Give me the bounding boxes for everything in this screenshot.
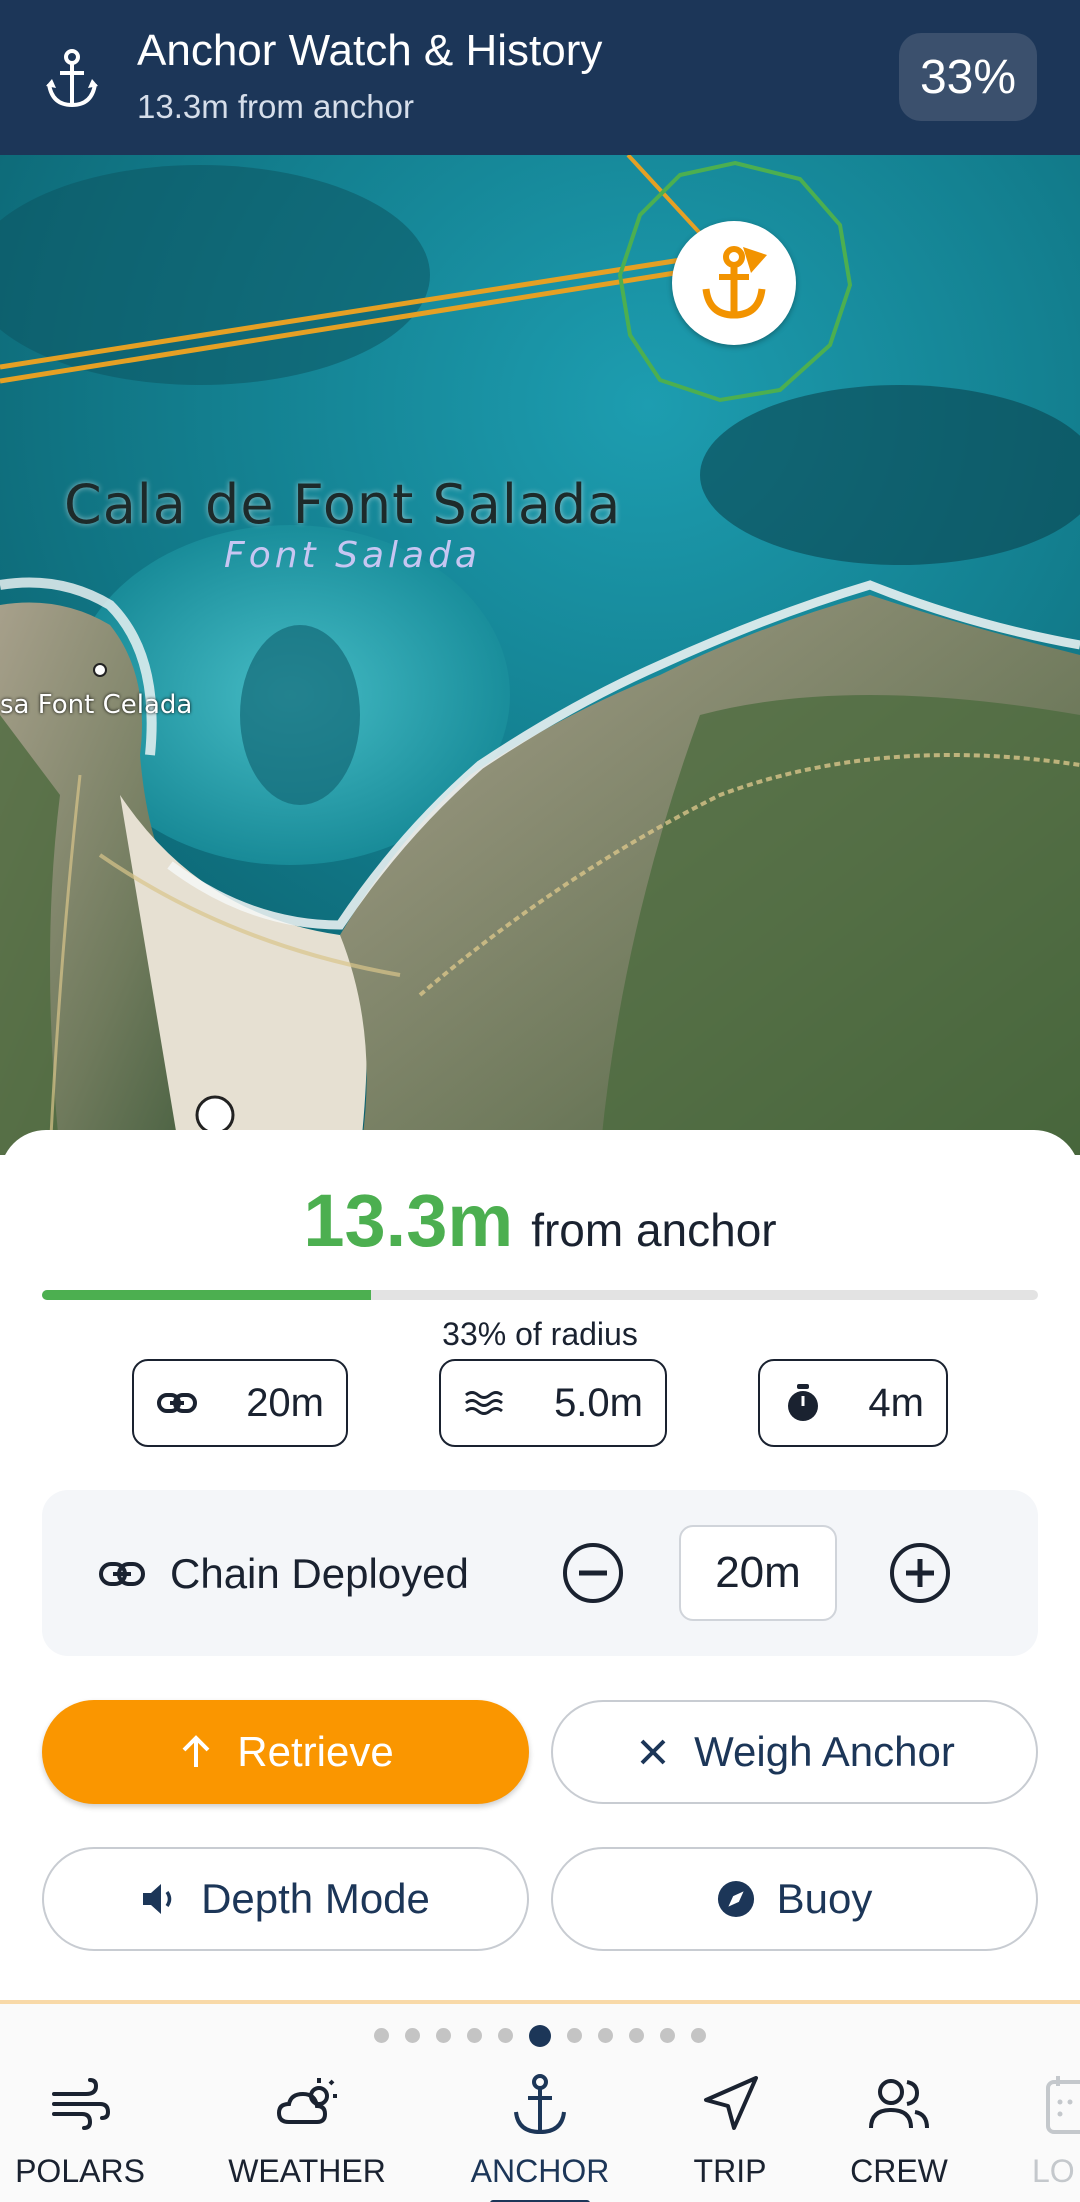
weigh-anchor-button[interactable]: Weigh Anchor [551,1700,1038,1804]
page-dot[interactable] [529,2025,551,2047]
map-place-label: Cala de Font Salada [64,473,622,536]
people-icon [869,2079,929,2129]
page-dot[interactable] [691,2028,706,2043]
compass-icon [717,1880,755,1918]
radius-progress-fill [42,1290,371,1300]
depth-mode-label: Depth Mode [201,1875,430,1922]
nav-tab-crew[interactable]: CREW [809,2072,989,2202]
close-icon [634,1733,672,1771]
weigh-anchor-label: Weigh Anchor [694,1728,955,1775]
retrieve-label: Retrieve [237,1728,394,1775]
page-indicator [0,2025,1080,2047]
chain-deployed-field[interactable]: 20m [679,1525,837,1621]
distance-readout: 13.3m from anchor [0,1178,1080,1263]
decrease-chain-button[interactable] [562,1542,624,1604]
weather-icon [276,2078,337,2124]
distance-value: 13.3m [303,1179,514,1262]
depth-mode-button[interactable]: Depth Mode [42,1847,529,1951]
anchor-marker[interactable] [672,221,796,345]
app-header: Anchor Watch & History 13.3m from anchor… [0,0,1080,155]
anchor-icon [46,49,98,108]
buoy-button[interactable]: Buoy [551,1847,1038,1951]
nav-label: WEATHER [228,2153,386,2189]
nav-tab-log[interactable]: LO [990,2072,1080,2202]
nav-tab-polars[interactable]: POLARS [0,2072,170,2202]
page-dot[interactable] [467,2028,482,2043]
anchor-icon [702,246,767,319]
chain-deployed-control: Chain Deployed 20m [42,1490,1038,1656]
page-dot[interactable] [598,2028,613,2043]
chain-deployed-label: Chain Deployed [170,1550,469,1597]
increase-chain-button[interactable] [889,1542,951,1604]
page-dot[interactable] [405,2028,420,2043]
radius-progress-bar [42,1290,1038,1300]
depth-value: 5.0m [554,1380,643,1425]
page-dot[interactable] [629,2028,644,2043]
link-icon [156,1382,198,1424]
nav-tab-trip[interactable]: TRIP [640,2072,820,2202]
map-place-sublabel: Font Salada [224,535,481,576]
timer-chip[interactable]: 4m [758,1359,948,1447]
percent-badge[interactable]: 33% [899,33,1037,121]
anchor-icon [514,2074,566,2135]
page-dot[interactable] [374,2028,389,2043]
bottom-navigation: POLARS WEATHER ANCHOR TRIP CREW LO [0,2000,1080,2202]
depth-chip[interactable]: 5.0m [439,1359,667,1447]
nav-label: POLARS [15,2153,145,2189]
link-icon [99,1562,145,1586]
page-dot[interactable] [498,2028,513,2043]
speaker-icon [141,1880,179,1918]
logbook-icon [1046,2076,1080,2134]
page-dot[interactable] [567,2028,582,2043]
buoy-label: Buoy [776,1875,873,1922]
chain-length-chip[interactable]: 20m [132,1359,348,1447]
waves-icon [463,1382,505,1424]
retrieve-button[interactable]: Retrieve [42,1700,529,1804]
map-poi-label: sa Font Celada [0,690,193,720]
wind-icon [52,2078,111,2130]
arrow-up-icon [177,1733,215,1771]
nav-tab-anchor[interactable]: ANCHOR [450,2072,630,2202]
page-dot[interactable] [436,2028,451,2043]
timer-value: 4m [868,1380,924,1425]
nav-label: LO [1032,2153,1075,2189]
map-imagery [0,155,1080,1155]
stopwatch-icon [782,1382,824,1424]
header-subtitle: 13.3m from anchor [137,88,414,125]
navigation-arrow-icon [704,2076,758,2130]
distance-label: from anchor [531,1204,777,1256]
radius-label: 33% of radius [442,1316,638,1352]
satellite-map[interactable]: Cala de Font Salada Font Salada sa Font … [0,155,1080,1155]
page-title: Anchor Watch & History [137,26,603,75]
nav-tab-weather[interactable]: WEATHER [217,2072,397,2202]
page-dot[interactable] [660,2028,675,2043]
anchor-panel: 13.3m from anchor 33% of radius 20m 5.0m … [0,1130,1080,2000]
nav-label: CREW [850,2153,948,2189]
chain-length-value: 20m [246,1380,324,1425]
nav-label: TRIP [693,2153,767,2189]
nav-label: ANCHOR [470,2153,610,2189]
